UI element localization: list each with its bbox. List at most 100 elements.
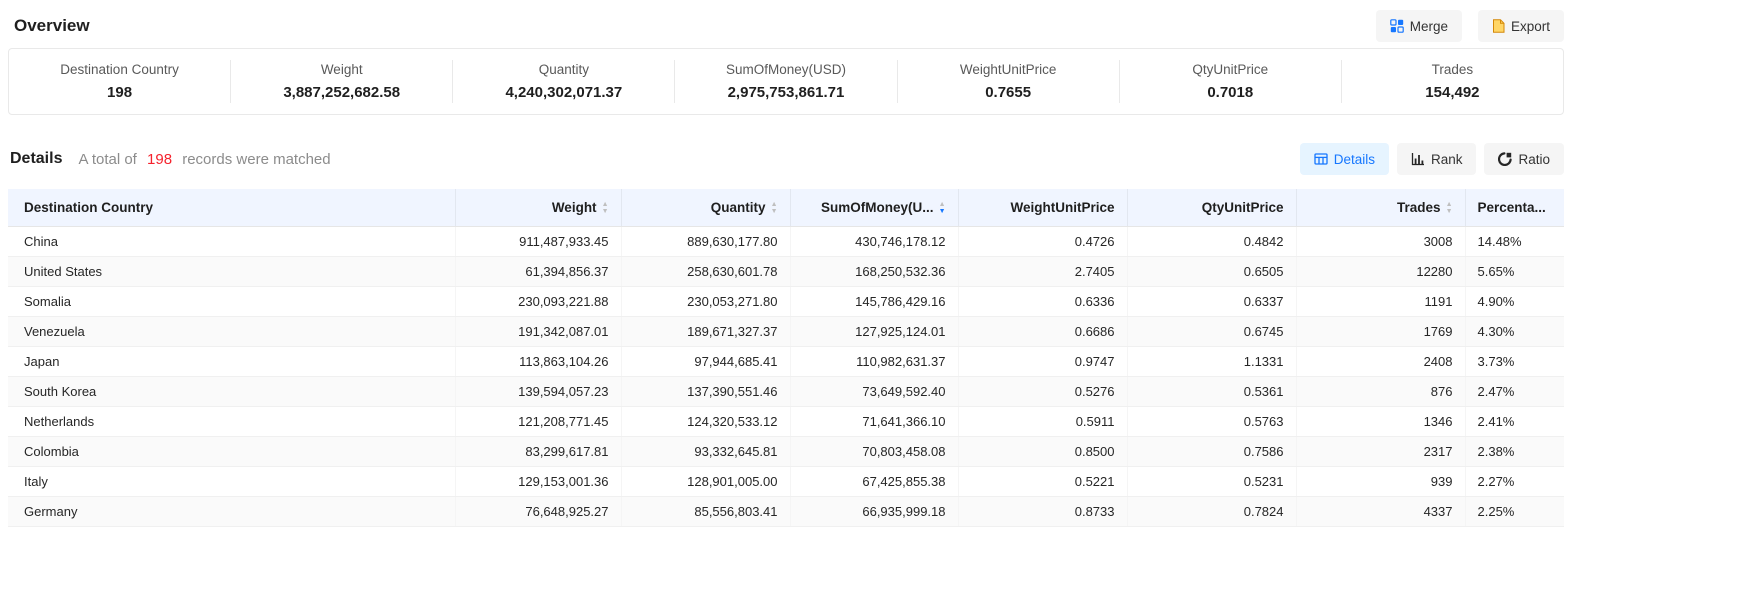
cell-sumofmoney-u: 145,786,429.16 xyxy=(790,287,958,317)
stat-label: QtyUnitPrice xyxy=(1128,62,1333,77)
table-row: Somalia230,093,221.88230,053,271.80145,7… xyxy=(8,287,1564,317)
cell-qtyunitprice: 0.5231 xyxy=(1127,467,1296,497)
cell-weightunitprice: 0.4726 xyxy=(958,227,1127,257)
cell-weightunitprice: 0.8733 xyxy=(958,497,1127,527)
cell-weight: 113,863,104.26 xyxy=(455,347,621,377)
cell-destination-country: South Korea xyxy=(8,377,455,407)
sort-icon[interactable]: ▲▼ xyxy=(1446,201,1453,215)
table-row: Colombia83,299,617.8193,332,645.8170,803… xyxy=(8,437,1564,467)
cell-weightunitprice: 0.6686 xyxy=(958,317,1127,347)
sort-icon[interactable]: ▲▼ xyxy=(771,201,778,215)
column-header-quantity[interactable]: Quantity ▲▼ xyxy=(621,189,790,227)
cell-trades: 2317 xyxy=(1296,437,1465,467)
export-button[interactable]: Export xyxy=(1478,10,1564,42)
stat-value: 154,492 xyxy=(1350,84,1555,101)
column-label: Quantity xyxy=(711,200,766,215)
stat-qtyunitprice: QtyUnitPrice0.7018 xyxy=(1120,60,1342,103)
cell-weight: 911,487,933.45 xyxy=(455,227,621,257)
cell-destination-country: China xyxy=(8,227,455,257)
cell-quantity: 230,053,271.80 xyxy=(621,287,790,317)
details-bar: Details A total of 198 records were matc… xyxy=(8,143,1564,175)
cell-weight: 61,394,856.37 xyxy=(455,257,621,287)
stat-value: 3,887,252,682.58 xyxy=(239,84,444,101)
cell-quantity: 258,630,601.78 xyxy=(621,257,790,287)
cell-weight: 83,299,617.81 xyxy=(455,437,621,467)
top-bar: Overview Merge xyxy=(8,0,1564,42)
records-summary: A total of 198 records were matched xyxy=(78,151,330,168)
table-row: Netherlands121,208,771.45124,320,533.127… xyxy=(8,407,1564,437)
sort-icon[interactable]: ▲▼ xyxy=(939,201,946,215)
view-button-details[interactable]: Details xyxy=(1300,143,1389,175)
summary-prefix: A total of xyxy=(78,151,136,168)
column-header-destination-country: Destination Country xyxy=(8,189,455,227)
cell-trades: 2408 xyxy=(1296,347,1465,377)
table-row: China911,487,933.45889,630,177.80430,746… xyxy=(8,227,1564,257)
cell-qtyunitprice: 0.4842 xyxy=(1127,227,1296,257)
cell-percenta: 2.41% xyxy=(1465,407,1564,437)
cell-weightunitprice: 0.9747 xyxy=(958,347,1127,377)
stat-quantity: Quantity4,240,302,071.37 xyxy=(453,60,675,103)
cell-weight: 191,342,087.01 xyxy=(455,317,621,347)
cell-qtyunitprice: 0.5361 xyxy=(1127,377,1296,407)
cell-weightunitprice: 0.5276 xyxy=(958,377,1127,407)
cell-quantity: 189,671,327.37 xyxy=(621,317,790,347)
stat-value: 2,975,753,861.71 xyxy=(683,84,888,101)
cell-percenta: 3.73% xyxy=(1465,347,1564,377)
cell-trades: 4337 xyxy=(1296,497,1465,527)
table-row: South Korea139,594,057.23137,390,551.467… xyxy=(8,377,1564,407)
sort-icon[interactable]: ▲▼ xyxy=(602,201,609,215)
cell-percenta: 2.38% xyxy=(1465,437,1564,467)
stat-label: Quantity xyxy=(461,62,666,77)
cell-destination-country: Germany xyxy=(8,497,455,527)
cell-sumofmoney-u: 110,982,631.37 xyxy=(790,347,958,377)
cell-destination-country: Japan xyxy=(8,347,455,377)
cell-qtyunitprice: 0.5763 xyxy=(1127,407,1296,437)
cell-quantity: 97,944,685.41 xyxy=(621,347,790,377)
cell-trades: 876 xyxy=(1296,377,1465,407)
column-header-weightunitprice: WeightUnitPrice xyxy=(958,189,1127,227)
cell-quantity: 137,390,551.46 xyxy=(621,377,790,407)
cell-qtyunitprice: 0.6505 xyxy=(1127,257,1296,287)
cell-destination-country: Venezuela xyxy=(8,317,455,347)
pie-chart-icon xyxy=(1498,152,1512,166)
column-header-trades[interactable]: Trades▲▼ xyxy=(1296,189,1465,227)
cell-quantity: 124,320,533.12 xyxy=(621,407,790,437)
cell-weight: 76,648,925.27 xyxy=(455,497,621,527)
cell-weight: 129,153,001.36 xyxy=(455,467,621,497)
table-header-row: Destination CountryWeight▲▼Quantity▲▼Sum… xyxy=(8,189,1564,227)
view-button-label: Rank xyxy=(1431,152,1463,167)
column-label: Percenta... xyxy=(1478,200,1546,215)
cell-weightunitprice: 0.8500 xyxy=(958,437,1127,467)
stat-label: Weight xyxy=(239,62,444,77)
stat-label: Trades xyxy=(1350,62,1555,77)
column-header-weight[interactable]: Weight▲▼ xyxy=(455,189,621,227)
cell-destination-country: Italy xyxy=(8,467,455,497)
cell-sumofmoney-u: 70,803,458.08 xyxy=(790,437,958,467)
cell-trades: 1769 xyxy=(1296,317,1465,347)
record-count: 198 xyxy=(147,151,172,168)
cell-sumofmoney-u: 168,250,532.36 xyxy=(790,257,958,287)
column-header-percenta: Percenta... xyxy=(1465,189,1564,227)
cell-sumofmoney-u: 67,425,855.38 xyxy=(790,467,958,497)
details-table: Destination CountryWeight▲▼Quantity▲▼Sum… xyxy=(8,189,1564,527)
cell-sumofmoney-u: 73,649,592.40 xyxy=(790,377,958,407)
cell-destination-country: Netherlands xyxy=(8,407,455,437)
cell-quantity: 93,332,645.81 xyxy=(621,437,790,467)
table-icon xyxy=(1314,152,1328,166)
column-label: SumOfMoney(U... xyxy=(821,200,934,215)
cell-trades: 939 xyxy=(1296,467,1465,497)
table-row: Venezuela191,342,087.01189,671,327.37127… xyxy=(8,317,1564,347)
cell-trades: 3008 xyxy=(1296,227,1465,257)
cell-percenta: 14.48% xyxy=(1465,227,1564,257)
cell-sumofmoney-u: 127,925,124.01 xyxy=(790,317,958,347)
view-button-ratio[interactable]: Ratio xyxy=(1484,143,1564,175)
stat-trades: Trades 154,492 xyxy=(1342,60,1563,103)
cell-sumofmoney-u: 66,935,999.18 xyxy=(790,497,958,527)
cell-qtyunitprice: 1.1331 xyxy=(1127,347,1296,377)
merge-button-label: Merge xyxy=(1410,19,1448,34)
cell-percenta: 2.25% xyxy=(1465,497,1564,527)
merge-button[interactable]: Merge xyxy=(1376,10,1462,42)
export-button-label: Export xyxy=(1511,19,1550,34)
view-button-rank[interactable]: Rank xyxy=(1397,143,1477,175)
column-header-sumofmoney-u[interactable]: SumOfMoney(U... ▲▼ xyxy=(790,189,958,227)
